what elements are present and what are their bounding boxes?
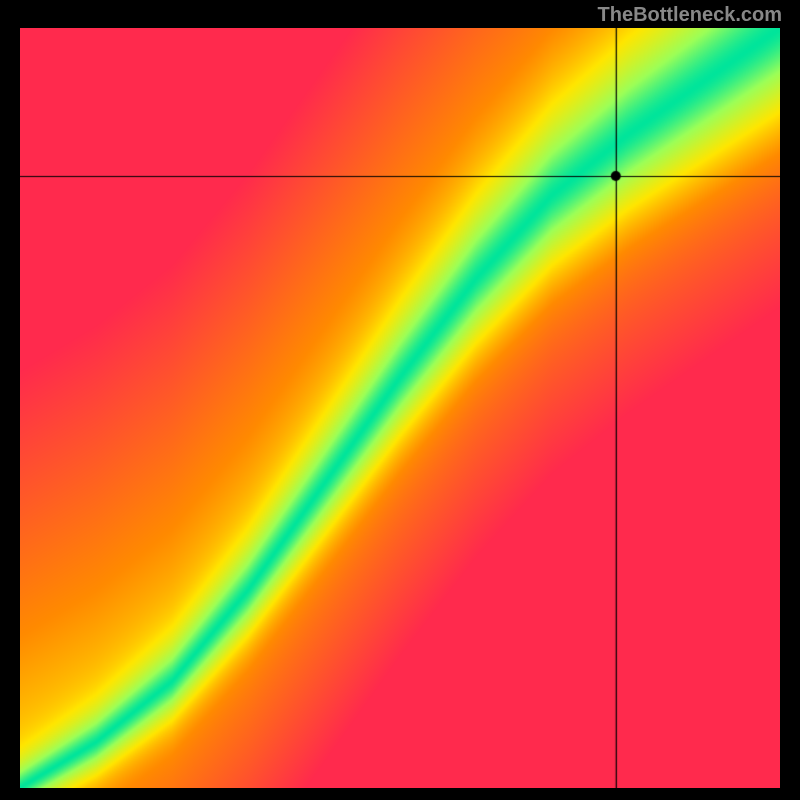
watermark-text: TheBottleneck.com	[598, 4, 782, 27]
bottleneck-heatmap	[20, 28, 780, 788]
